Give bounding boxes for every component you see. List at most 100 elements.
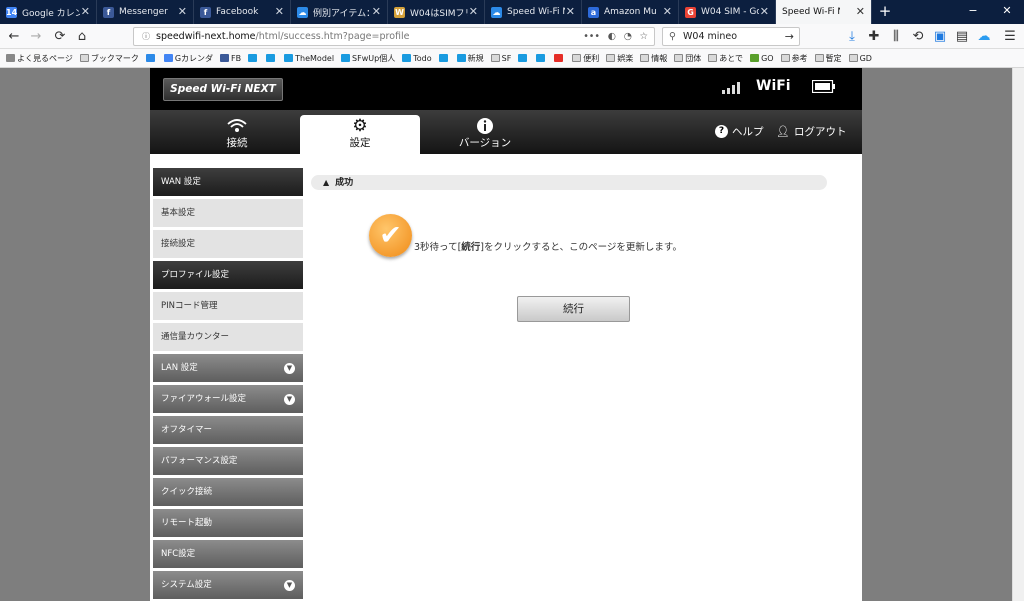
sidebar-item[interactable]: NFC設定 — [153, 540, 303, 568]
sidebar-item-label: クイック接続 — [161, 487, 213, 497]
bookmark-item[interactable]: 暫定 — [814, 53, 842, 64]
bookmark-item[interactable]: FB — [220, 54, 241, 63]
sidebar-item[interactable]: PINコード管理 — [153, 292, 303, 320]
sidebar-item[interactable]: ファイアウォール設定 ▼ — [153, 385, 303, 413]
forward-button[interactable]: → — [26, 27, 46, 46]
sidebar-item[interactable]: 接続設定 — [153, 230, 303, 258]
bookmark-item[interactable]: TheModel — [284, 54, 334, 63]
success-check-icon: ✔ — [369, 214, 412, 257]
bookmark-item[interactable]: 新規 — [456, 53, 484, 64]
sidebar-item[interactable]: リモート起動 — [153, 509, 303, 537]
cloud-icon — [536, 54, 546, 62]
back-button[interactable]: ← — [4, 27, 24, 46]
bookmark-item[interactable] — [554, 54, 565, 62]
bookmark-item[interactable]: 団体 — [674, 53, 701, 64]
browser-tab-title: Google カレンダー — [22, 8, 80, 19]
cloud-icon: ☁ — [297, 6, 308, 18]
cloud-icon — [248, 54, 258, 62]
bookmark-star-icon[interactable]: ☆ — [639, 28, 648, 45]
bookmark-label: あとで — [719, 53, 744, 63]
sidebar-item[interactable]: パフォーマンス設定 — [153, 447, 303, 475]
browser-tab[interactable]: f Facebook ✕ — [194, 0, 291, 24]
sidebar-item[interactable]: WAN 設定 — [153, 168, 303, 196]
close-tab-icon[interactable]: ✕ — [372, 5, 381, 18]
browser-tab[interactable]: ☁ Speed Wi-Fi NE✕ — [485, 0, 582, 24]
extension-icon[interactable]: ✚ — [864, 27, 884, 46]
sidebar-item[interactable]: システム設定 ▼ — [153, 571, 303, 599]
bookmark-label: 新規 — [467, 53, 484, 63]
bookmark-item[interactable]: GD — [848, 54, 872, 63]
home-button[interactable]: ⌂ — [72, 27, 92, 46]
cloud-icon[interactable]: ☁ — [974, 27, 994, 46]
google-icon: G — [685, 6, 696, 18]
reader-icon[interactable]: ▤ — [952, 27, 972, 46]
close-tab-icon[interactable]: ✕ — [275, 5, 284, 18]
library-icon[interactable]: ⫼ — [886, 27, 906, 46]
bookmark-item[interactable]: あとで — [708, 53, 743, 64]
address-bar[interactable]: ⓘ speedwifi-next.home/html/success.htm?pa… — [133, 27, 655, 46]
bookmark-item[interactable]: GO — [750, 54, 774, 63]
close-tab-icon[interactable]: ✕ — [663, 5, 672, 18]
bookmark-item[interactable]: Gカレンダ — [163, 53, 213, 64]
browser-tab[interactable]: G W04 SIM - Goo✕ — [679, 0, 776, 24]
browser-tab[interactable]: f Messenger ✕ — [97, 0, 194, 24]
browser-tab[interactable]: 14 Google カレンダー✕ — [0, 0, 97, 24]
close-tab-icon[interactable]: ✕ — [856, 5, 865, 18]
close-tab-icon[interactable]: ✕ — [81, 5, 90, 18]
bookmark-item[interactable] — [518, 54, 529, 62]
bookmarks-bar: よく見るページ ブックマーク Gカレンダ FB TheModel SFwUp個人 Todo 新… — [0, 49, 1024, 68]
tab-version[interactable]: バージョン — [425, 115, 545, 154]
menu-icon[interactable]: ☰ — [1000, 27, 1020, 46]
close-tab-icon[interactable]: ✕ — [469, 5, 478, 18]
close-tab-icon[interactable]: ✕ — [760, 5, 769, 18]
close-window-button[interactable]: ✕ — [990, 0, 1024, 24]
sidebar-item[interactable]: クイック接続 — [153, 478, 303, 506]
info-icon[interactable]: ⓘ — [142, 32, 150, 41]
browser-toolbar: ← → ⟳ ⌂ ⓘ speedwifi-next.home/html/succes… — [0, 24, 1024, 49]
sync-icon[interactable]: ⟲ — [908, 27, 928, 46]
sidebar-item[interactable]: プロファイル設定 — [153, 261, 303, 289]
sidebar-item[interactable]: 基本設定 — [153, 199, 303, 227]
browser-tab-title: Speed Wi-Fi NEXT — [782, 7, 840, 17]
sidebar-item[interactable]: LAN 設定 ▼ — [153, 354, 303, 382]
new-tab-button[interactable]: + — [872, 0, 898, 24]
search-value: W04 mineo — [683, 31, 738, 42]
screenshot-icon[interactable]: ▣ — [930, 27, 950, 46]
browser-tab[interactable]: W W04はSIMフリー✕ — [388, 0, 485, 24]
search-go-icon[interactable]: → — [785, 28, 794, 45]
bookmark-item[interactable] — [536, 54, 547, 62]
browser-tab[interactable]: ☁ 例別アイテム：ト✕ — [291, 0, 388, 24]
logout-link[interactable]: 👤︎ ログアウト — [776, 122, 846, 140]
search-input[interactable]: ⚲ W04 mineo → — [662, 27, 800, 46]
bookmark-item[interactable]: 娯楽 — [606, 53, 633, 64]
bookmark-item[interactable]: 参考 — [780, 53, 808, 64]
vertical-scrollbar[interactable] — [1012, 68, 1024, 601]
bookmark-item[interactable] — [438, 54, 450, 62]
tab-connection[interactable]: 接続 — [177, 115, 297, 154]
reload-button[interactable]: ⟳ — [50, 27, 70, 46]
bookmark-item[interactable]: 便利 — [572, 53, 599, 64]
help-link[interactable]: ? ヘルプ — [715, 122, 764, 140]
bookmark-item[interactable]: Todo — [402, 54, 432, 63]
browser-tab[interactable]: Speed Wi-Fi NEXT ✕ — [776, 0, 872, 24]
bookmark-item[interactable]: SFwUp個人 — [341, 53, 395, 64]
bookmark-item[interactable] — [266, 54, 277, 62]
download-icon[interactable]: ⤓ — [842, 27, 862, 46]
sidebar-item[interactable]: オフタイマー — [153, 416, 303, 444]
close-tab-icon[interactable]: ✕ — [566, 5, 575, 18]
more-actions-icon[interactable]: ••• — [583, 28, 600, 45]
bookmark-item[interactable] — [248, 54, 259, 62]
browser-tab[interactable]: a Amazon Mu ✕ — [582, 0, 679, 24]
sidebar-item[interactable]: 通信量カウンター — [153, 323, 303, 351]
minimize-button[interactable]: − — [956, 0, 990, 24]
continue-button[interactable]: 続行 — [517, 296, 630, 322]
close-tab-icon[interactable]: ✕ — [178, 5, 187, 18]
bookmark-item[interactable]: ブックマーク — [79, 53, 139, 64]
bookmark-item[interactable]: SF — [490, 54, 511, 63]
pocket-icon[interactable]: ◐ — [608, 28, 616, 45]
bookmark-item[interactable]: 情報 — [640, 53, 667, 64]
tab-settings[interactable]: ⚙ 設定 — [300, 115, 420, 154]
shield-icon[interactable]: ◔ — [624, 28, 632, 45]
bookmark-item[interactable] — [145, 54, 157, 62]
bookmark-item[interactable]: よく見るページ — [6, 53, 73, 64]
